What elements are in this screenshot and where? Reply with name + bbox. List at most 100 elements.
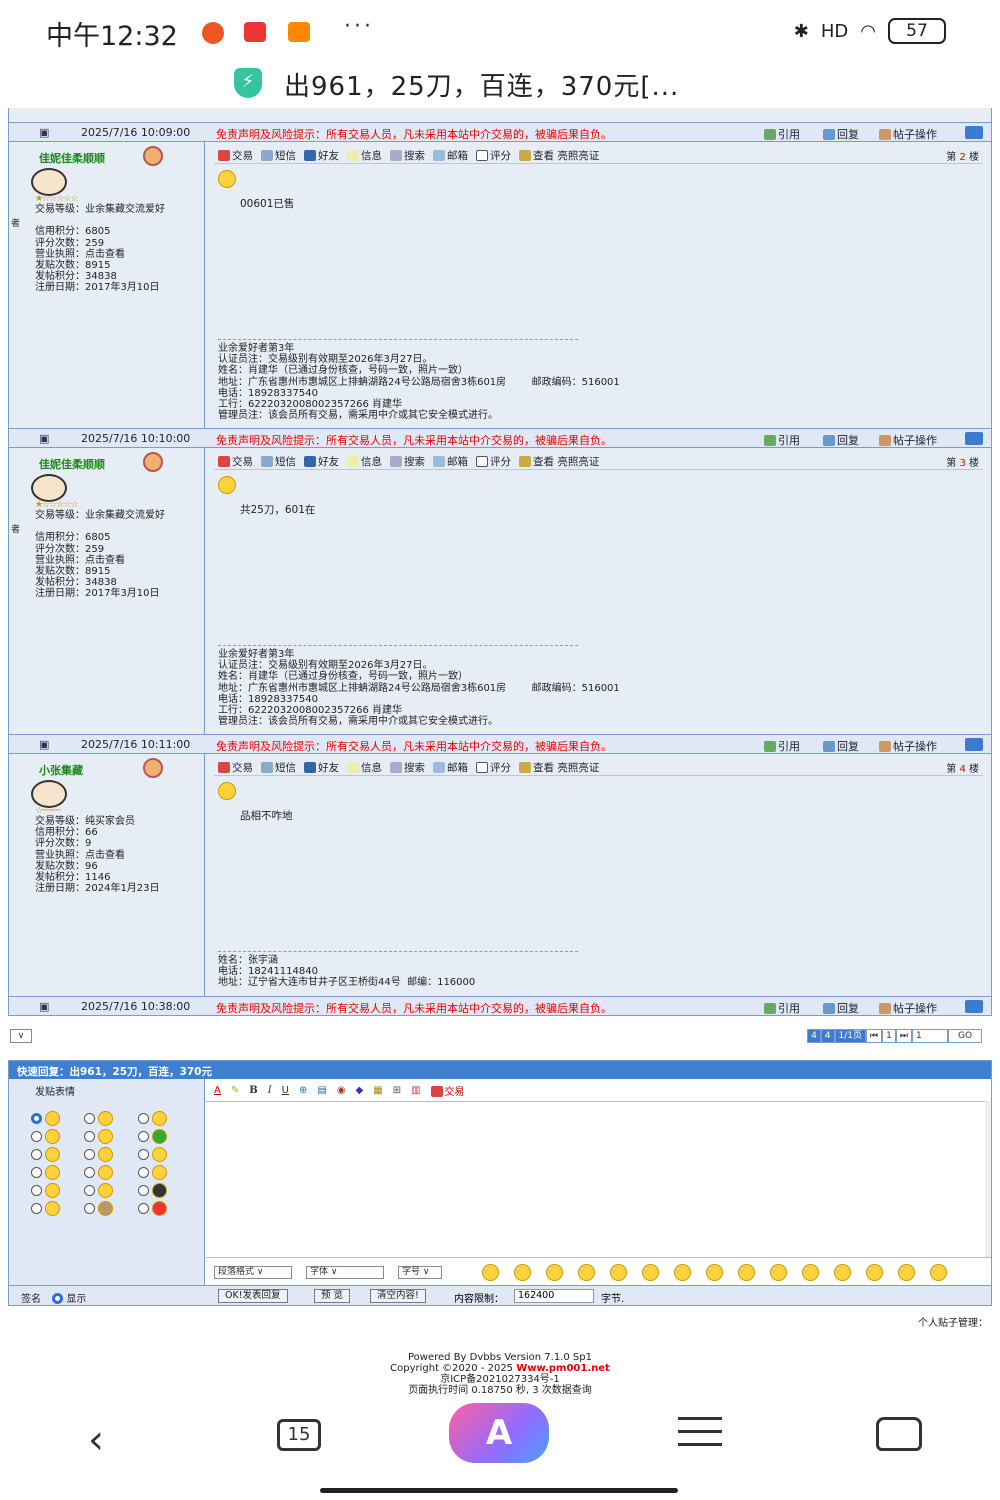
limit-input[interactable]: 162400 xyxy=(514,1289,594,1303)
submit-reply-button[interactable]: OK!发表回复 xyxy=(218,1289,288,1303)
mail-button[interactable]: 邮箱 xyxy=(433,148,468,163)
post-ops-button[interactable]: 帖子操作 xyxy=(879,738,937,754)
media-icon[interactable]: ◆ xyxy=(356,1085,364,1096)
emotion-option[interactable] xyxy=(31,1110,74,1126)
sms-button[interactable]: 短信 xyxy=(261,760,296,775)
emotion-option[interactable] xyxy=(31,1200,74,1216)
emotion-option[interactable] xyxy=(31,1146,74,1162)
sms-button[interactable]: 短信 xyxy=(261,148,296,163)
ai-assistant-icon[interactable]: A xyxy=(449,1403,549,1463)
back-to-top-icon[interactable] xyxy=(965,738,983,751)
browser-title-bar[interactable]: ⚡ 出961，25刀，百连，370元[... xyxy=(0,62,1000,108)
reply-button[interactable]: 回复 xyxy=(823,738,859,754)
emoticon-icon[interactable] xyxy=(770,1264,787,1281)
emotion-option[interactable] xyxy=(137,1128,181,1144)
emotion-option[interactable] xyxy=(84,1146,127,1162)
page-title[interactable]: 出961，25刀，百连，370元[... xyxy=(284,66,679,103)
ip-icon[interactable]: ▣ xyxy=(39,738,49,751)
view-license-button[interactable]: 查看 亮照亮证 xyxy=(519,760,599,775)
avatar[interactable] xyxy=(31,168,67,196)
emotion-option[interactable] xyxy=(137,1146,181,1162)
rate-button[interactable]: 评分 xyxy=(476,760,511,775)
post-ops-button[interactable]: 帖子操作 xyxy=(879,1000,937,1016)
post-management-link[interactable]: 个人贴子管理： xyxy=(918,1314,988,1329)
clear-button[interactable]: 清空内容! xyxy=(370,1289,426,1303)
emoticon-icon[interactable] xyxy=(930,1264,947,1281)
bold-icon[interactable]: B xyxy=(249,1085,257,1096)
flash-icon[interactable]: ◉ xyxy=(337,1085,346,1096)
search-button[interactable]: 搜索 xyxy=(390,454,425,469)
friend-button[interactable]: 好友 xyxy=(304,760,339,775)
back-to-top-icon[interactable] xyxy=(965,432,983,445)
jump-select[interactable]: ∨ xyxy=(10,1029,32,1043)
emoticon-icon[interactable] xyxy=(514,1264,531,1281)
emotion-option[interactable] xyxy=(31,1182,74,1198)
rate-button[interactable]: 评分 xyxy=(476,454,511,469)
emotion-option[interactable] xyxy=(137,1110,181,1126)
emotion-option[interactable] xyxy=(31,1128,74,1144)
back-icon[interactable]: ‹ xyxy=(88,1417,104,1463)
search-button[interactable]: 搜索 xyxy=(390,760,425,775)
emotion-option[interactable] xyxy=(84,1164,127,1180)
preview-button[interactable]: 预 览 xyxy=(314,1289,351,1303)
page-input[interactable]: 1 xyxy=(912,1029,948,1043)
italic-icon[interactable]: I xyxy=(268,1085,272,1096)
username[interactable]: 佳妮佳柔顺顺 xyxy=(39,456,105,472)
table-icon[interactable]: ⊞ xyxy=(393,1085,401,1096)
current-page[interactable]: 1 xyxy=(882,1029,896,1043)
ip-icon[interactable]: ▣ xyxy=(39,1000,49,1013)
info-button[interactable]: 信息 xyxy=(347,760,382,775)
home-indicator[interactable] xyxy=(320,1488,678,1493)
editor-scrollbar[interactable] xyxy=(985,1101,991,1257)
friend-button[interactable]: 好友 xyxy=(304,454,339,469)
reply-textarea[interactable] xyxy=(206,1101,985,1257)
username[interactable]: 小张集藏 xyxy=(39,762,83,778)
quote-button[interactable]: 引用 xyxy=(764,126,800,142)
emoticon-icon[interactable] xyxy=(674,1264,691,1281)
emoticon-icon[interactable] xyxy=(482,1264,499,1281)
emotion-option[interactable] xyxy=(31,1164,74,1180)
emoticon-icon[interactable] xyxy=(898,1264,915,1281)
emoticon-icon[interactable] xyxy=(642,1264,659,1281)
mail-button[interactable]: 邮箱 xyxy=(433,760,468,775)
trade-button[interactable]: 交易 xyxy=(218,454,253,469)
emoticon-icon[interactable] xyxy=(738,1264,755,1281)
code-icon[interactable]: ▦ xyxy=(373,1085,382,1096)
quote-button[interactable]: 引用 xyxy=(764,1000,800,1016)
post-ops-button[interactable]: 帖子操作 xyxy=(879,432,937,448)
show-signature-radio[interactable] xyxy=(52,1293,64,1304)
go-button[interactable]: GO xyxy=(948,1029,982,1043)
emotion-option[interactable] xyxy=(137,1164,181,1180)
emoticon-icon[interactable] xyxy=(546,1264,563,1281)
post-ops-button[interactable]: 帖子操作 xyxy=(879,126,937,142)
avatar[interactable] xyxy=(31,780,67,808)
link-icon[interactable]: ⊕ xyxy=(299,1085,307,1096)
trade-button[interactable]: 交易 xyxy=(218,148,253,163)
username[interactable]: 佳妮佳柔顺顺 xyxy=(39,150,105,166)
rate-button[interactable]: 评分 xyxy=(476,148,511,163)
quote-button[interactable]: 引用 xyxy=(764,738,800,754)
emoticon-icon[interactable] xyxy=(610,1264,627,1281)
last-page-button[interactable]: ⏭ xyxy=(895,1029,912,1043)
friend-button[interactable]: 好友 xyxy=(304,148,339,163)
home-icon[interactable] xyxy=(876,1417,922,1451)
search-button[interactable]: 搜索 xyxy=(390,148,425,163)
image-icon[interactable]: ▤ xyxy=(317,1085,326,1096)
ip-icon[interactable]: ▣ xyxy=(39,432,49,445)
emotion-option[interactable] xyxy=(84,1182,127,1198)
quote-button[interactable]: 引用 xyxy=(764,432,800,448)
back-to-top-icon[interactable] xyxy=(965,1000,983,1013)
menu-icon[interactable] xyxy=(678,1417,722,1447)
highlight-icon[interactable]: ✎ xyxy=(231,1085,239,1096)
site-link[interactable]: Www.pm001.net xyxy=(516,1363,610,1374)
trade-tool[interactable]: 交易 xyxy=(430,1083,465,1098)
back-to-top-icon[interactable] xyxy=(965,126,983,139)
font-color-icon[interactable]: A xyxy=(214,1085,221,1096)
emoticon-icon[interactable] xyxy=(706,1264,723,1281)
underline-icon[interactable]: U xyxy=(282,1085,289,1096)
icp-number[interactable]: 京ICP备2021027334号-1 xyxy=(0,1374,1000,1385)
view-license-button[interactable]: 查看 亮照亮证 xyxy=(519,148,599,163)
view-license-button[interactable]: 查看 亮照亮证 xyxy=(519,454,599,469)
emoticon-icon[interactable] xyxy=(834,1264,851,1281)
emoticon-icon[interactable] xyxy=(866,1264,883,1281)
